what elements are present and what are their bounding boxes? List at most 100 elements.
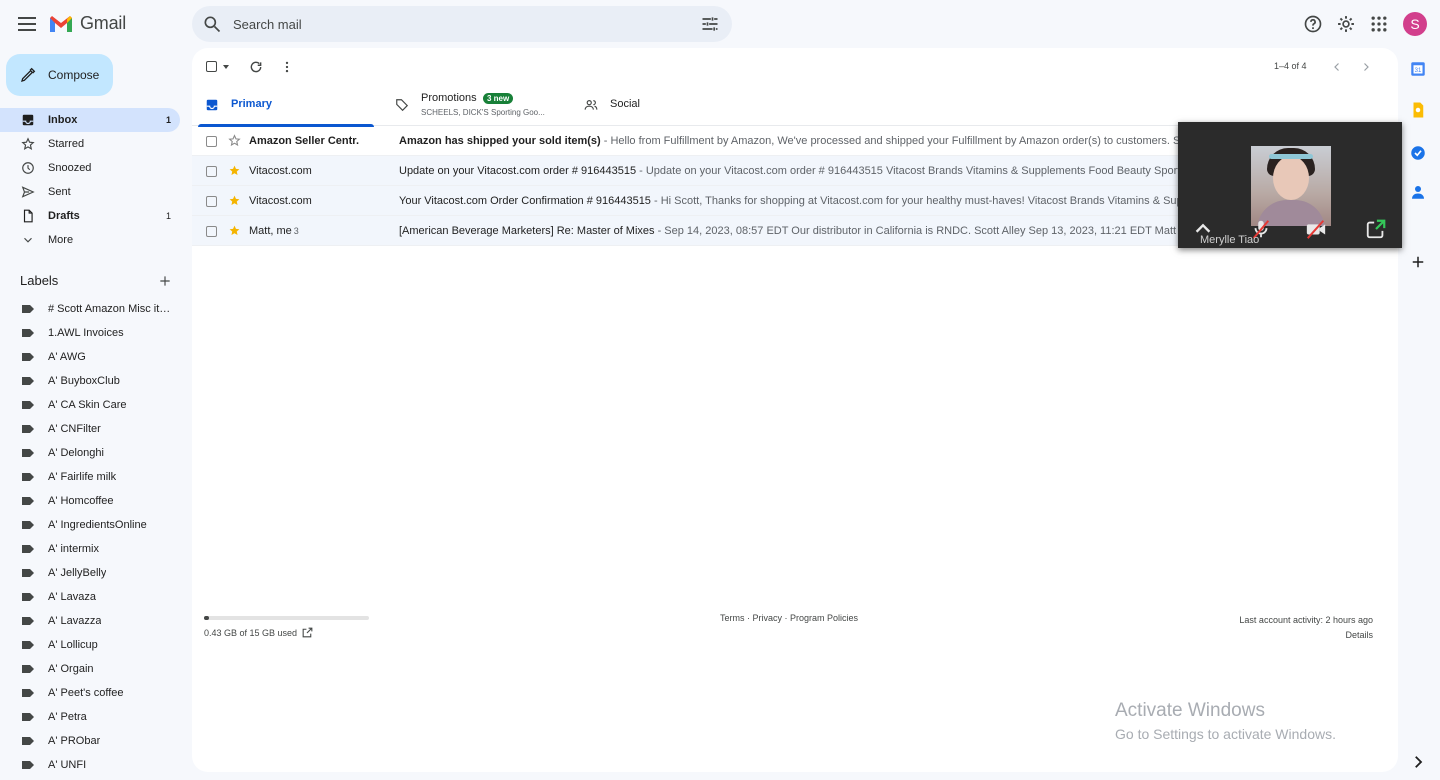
- nav-item-inbox[interactable]: Inbox 1: [0, 108, 180, 132]
- label-item[interactable]: A' Lavazza: [0, 609, 180, 633]
- email-sender: Amazon Seller Centr.: [249, 135, 360, 147]
- nav-item-starred[interactable]: Starred: [0, 132, 180, 156]
- label-item[interactable]: A' Delonghi: [0, 441, 180, 465]
- search-bar: [192, 6, 732, 42]
- account-activity: Last account activity: 2 hours ago Detai…: [1239, 613, 1373, 643]
- create-label-icon[interactable]: [158, 274, 172, 288]
- category-tabs: Primary Promotions 3 new SCHEELS, DICK'S…: [192, 86, 1398, 127]
- select-dropdown-icon[interactable]: [222, 63, 230, 71]
- activity-details-link[interactable]: Details: [1239, 628, 1373, 643]
- help-icon[interactable]: [1303, 14, 1323, 34]
- star-outline-icon[interactable]: [228, 134, 241, 147]
- label-item[interactable]: A' AWG: [0, 345, 180, 369]
- email-subject: Update on your Vitacost.com order # 9164…: [399, 165, 637, 177]
- tasks-icon[interactable]: [1409, 144, 1427, 162]
- gmail-logo[interactable]: Gmail: [48, 13, 126, 34]
- label-name: A' CNFilter: [48, 423, 101, 435]
- search-icon[interactable]: [202, 14, 222, 34]
- nav-label: More: [48, 234, 74, 246]
- row-checkbox[interactable]: [206, 196, 217, 207]
- compose-label: Compose: [48, 68, 100, 82]
- label-tag-icon: [22, 665, 34, 673]
- list-toolbar: 1–4 of 4: [192, 48, 1398, 86]
- search-input[interactable]: [233, 16, 673, 32]
- label-item[interactable]: A' PRObar: [0, 729, 180, 753]
- compose-button[interactable]: Compose: [6, 54, 113, 96]
- label-item[interactable]: A' Peet's coffee: [0, 681, 180, 705]
- keep-icon[interactable]: [1409, 101, 1427, 119]
- label-item[interactable]: A' BuyboxClub: [0, 369, 180, 393]
- nav-item-sent[interactable]: Sent: [0, 180, 180, 204]
- label-item[interactable]: A' UNFI: [0, 753, 180, 777]
- label-item[interactable]: A' Orgain: [0, 657, 180, 681]
- label-item[interactable]: A' JellyBelly: [0, 561, 180, 585]
- email-snippet: - Update on your Vitacost.com order # 91…: [636, 165, 1186, 177]
- participant-name: Merylle Tiao: [1200, 234, 1260, 246]
- email-sender: Vitacost.com: [249, 165, 312, 177]
- label-item[interactable]: A' CA Skin Care: [0, 393, 180, 417]
- camera-off-icon[interactable]: [1305, 218, 1327, 240]
- email-sender: Matt, me 3: [249, 225, 299, 237]
- chevron-left-icon[interactable]: [1331, 61, 1343, 73]
- star-filled-icon[interactable]: [228, 164, 241, 177]
- tab-promotions[interactable]: Promotions 3 new SCHEELS, DICK'S Sportin…: [382, 86, 572, 126]
- thread-count: 3: [293, 226, 299, 236]
- label-item[interactable]: A' Petra: [0, 705, 180, 729]
- main-menu-button[interactable]: [15, 12, 39, 36]
- tab-primary[interactable]: Primary: [192, 86, 382, 127]
- search-options-icon[interactable]: [700, 14, 720, 34]
- account-avatar[interactable]: S: [1403, 12, 1427, 36]
- row-checkbox[interactable]: [206, 226, 217, 237]
- label-item[interactable]: # Scott Amazon Misc items: [0, 297, 180, 321]
- select-all-checkbox[interactable]: [206, 61, 217, 72]
- settings-gear-icon[interactable]: [1336, 14, 1356, 34]
- apps-grid-icon[interactable]: [1369, 14, 1389, 34]
- label-item[interactable]: A' intermix: [0, 537, 180, 561]
- label-tag-icon: [22, 401, 34, 409]
- open-call-icon[interactable]: [1365, 218, 1387, 240]
- open-in-new-icon[interactable]: [301, 626, 314, 639]
- label-tag-icon: [22, 497, 34, 505]
- email-content: Your Vitacost.com Order Confirmation # 9…: [399, 195, 1227, 207]
- label-item[interactable]: A' Fairlife milk: [0, 465, 180, 489]
- calendar-icon[interactable]: 31: [1409, 60, 1427, 78]
- nav-item-more[interactable]: More: [0, 228, 180, 252]
- footer-links[interactable]: Terms · Privacy · Program Policies: [720, 613, 858, 623]
- tab-label: Primary: [231, 98, 272, 110]
- pencil-icon: [21, 67, 36, 82]
- svg-text:31: 31: [1415, 68, 1422, 74]
- last-activity-text: Last account activity: 2 hours ago: [1239, 615, 1373, 625]
- mailbox-nav: Inbox 1 Starred Snoozed Sent Drafts 1 Mo…: [0, 108, 180, 252]
- label-item[interactable]: A' Lollicup: [0, 633, 180, 657]
- clock-icon: [22, 162, 34, 174]
- tab-social[interactable]: Social: [572, 86, 762, 126]
- labels-list: # Scott Amazon Misc items 1.AWL Invoices…: [0, 297, 180, 777]
- label-name: A' CA Skin Care: [48, 399, 127, 411]
- label-item[interactable]: A' IngredientsOnline: [0, 513, 180, 537]
- expand-panel-chevron-icon[interactable]: [1409, 753, 1427, 771]
- chevron-right-icon[interactable]: [1360, 61, 1372, 73]
- refresh-icon[interactable]: [249, 60, 263, 74]
- nav-label: Starred: [48, 138, 85, 150]
- star-filled-icon[interactable]: [228, 224, 241, 237]
- contacts-icon[interactable]: [1409, 183, 1427, 201]
- label-item[interactable]: A' Homcoffee: [0, 489, 180, 513]
- nav-item-drafts[interactable]: Drafts 1: [0, 204, 180, 228]
- add-app-icon[interactable]: [1409, 253, 1427, 271]
- nav-item-snoozed[interactable]: Snoozed: [0, 156, 180, 180]
- labels-header: Labels: [20, 272, 176, 290]
- video-call-window[interactable]: Merylle Tiao: [1178, 122, 1402, 248]
- watermark-title: Activate Windows: [1115, 700, 1265, 721]
- more-vertical-icon[interactable]: [280, 60, 294, 74]
- label-item[interactable]: A' Lavaza: [0, 585, 180, 609]
- label-tag-icon: [22, 737, 34, 745]
- label-item[interactable]: A' CNFilter: [0, 417, 180, 441]
- row-checkbox[interactable]: [206, 166, 217, 177]
- label-name: A' Lollicup: [48, 639, 98, 651]
- nav-label: Snoozed: [48, 162, 92, 174]
- label-tag-icon: [22, 593, 34, 601]
- label-item[interactable]: 1.AWL Invoices: [0, 321, 180, 345]
- row-checkbox[interactable]: [206, 136, 217, 147]
- email-subject: [American Beverage Marketers] Re: Master…: [399, 225, 655, 237]
- star-filled-icon[interactable]: [228, 194, 241, 207]
